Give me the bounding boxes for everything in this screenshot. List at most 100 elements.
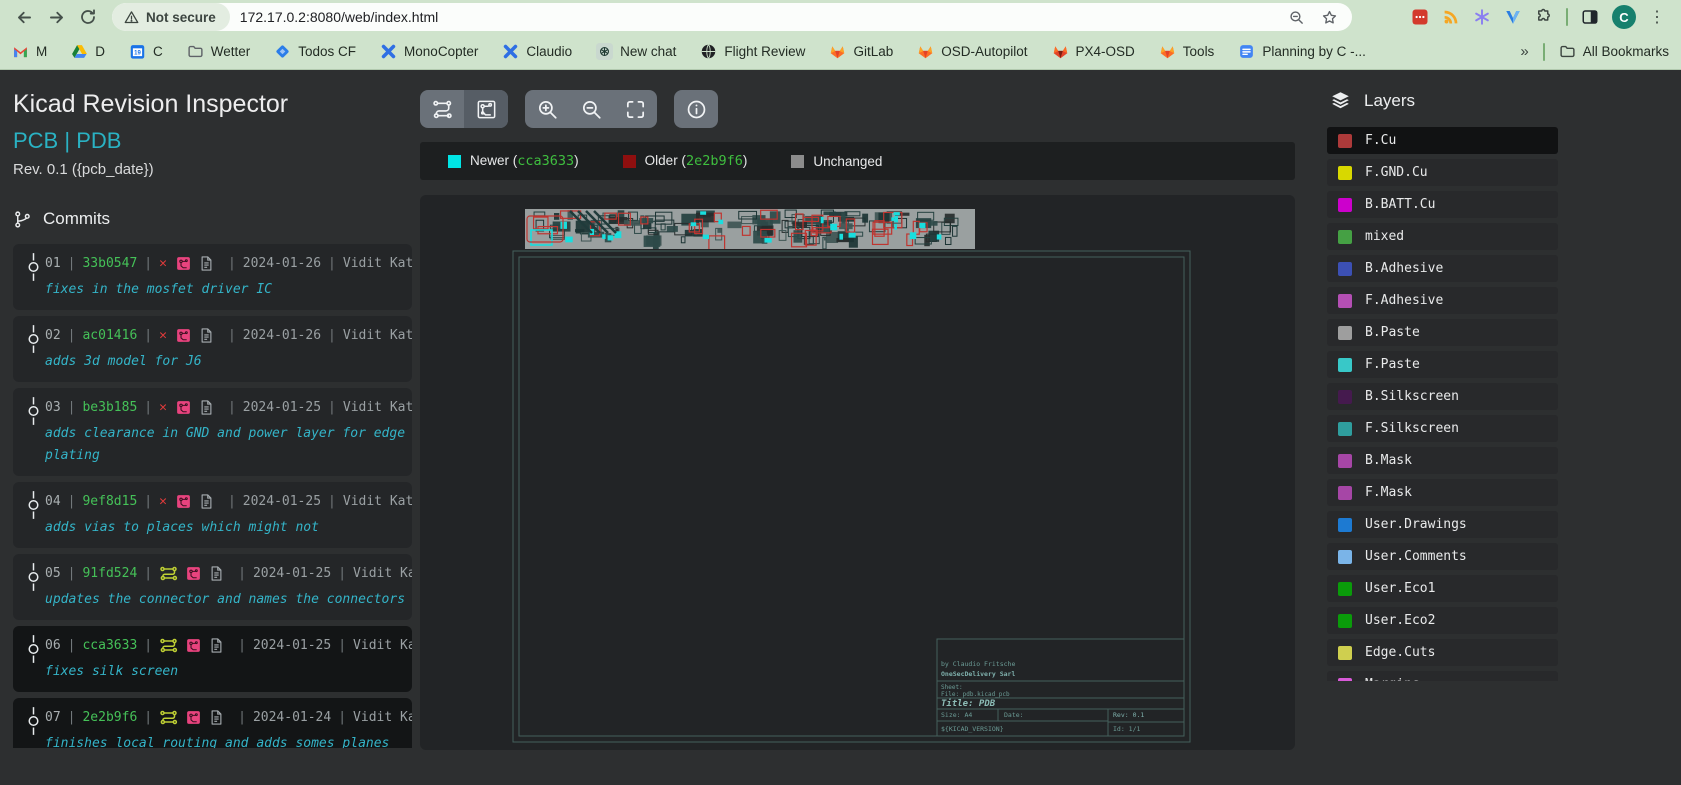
back-icon[interactable] — [10, 3, 38, 31]
asterisk-extension-icon[interactable] — [1473, 8, 1491, 26]
commit-row[interactable]: 05| 91fd524| | 2024-01-25| Vidit Kat upd… — [13, 554, 412, 620]
pcb-diff-icon[interactable] — [185, 565, 202, 582]
zoom-fit-button[interactable] — [613, 90, 657, 128]
all-bookmarks-button[interactable]: All Bookmarks — [1559, 43, 1669, 60]
schematic-diff-icon[interactable] — [209, 709, 224, 726]
zoom-out-button[interactable] — [569, 90, 613, 128]
schematic-diff-icon[interactable] — [199, 327, 214, 344]
layer-row-user-eco1[interactable]: User.Eco1 — [1327, 575, 1558, 602]
commit-hash[interactable]: 9ef8d15 — [82, 494, 137, 509]
bookmark-px4-osd[interactable]: PX4-OSD — [1052, 43, 1135, 60]
pcb-diff-icon[interactable] — [185, 637, 202, 654]
url-bar[interactable]: Not secure 172.17.0.2:8080/web/index.htm… — [112, 3, 1352, 31]
schematic-diff-icon[interactable] — [199, 399, 214, 416]
commit-hash[interactable]: ac01416 — [82, 328, 137, 343]
side-panel-icon[interactable] — [1581, 8, 1599, 26]
layer-row-margins[interactable]: Margins — [1327, 671, 1558, 681]
bookmark-new-chat[interactable]: New chat — [596, 43, 676, 60]
bookmark-claudio[interactable]: Claudio — [502, 43, 572, 60]
pcb-canvas[interactable]: by Claudio Fritsche OneSecDelivery Sarl … — [420, 195, 1295, 750]
reload-icon[interactable] — [74, 3, 102, 31]
layer-name: User.Eco1 — [1365, 581, 1435, 596]
nav-link-pdb[interactable]: PDB — [76, 128, 121, 153]
rss-extension-icon[interactable] — [1442, 8, 1460, 26]
layer-row-f-paste[interactable]: F.Paste — [1327, 351, 1558, 378]
bookmark-todos-cf[interactable]: Todos CF — [274, 43, 356, 60]
bookmark-m[interactable]: M — [12, 43, 47, 60]
zoom-page-icon[interactable] — [1288, 9, 1305, 26]
commit-row[interactable]: 07| 2e2b9f6| | 2024-01-24| Vidit Kat fin… — [13, 698, 412, 748]
schematic-diff-icon[interactable] — [209, 565, 224, 582]
pcb-mode-button[interactable] — [464, 90, 508, 128]
menu-kebab-icon[interactable]: ⋮ — [1649, 7, 1665, 27]
bookmark-d[interactable]: D — [71, 43, 105, 60]
commit-row[interactable]: 01| 33b0547| ✕ | 2024-01-26| Vidit Kat f… — [13, 244, 412, 310]
bookmark-osd-autopilot[interactable]: OSD-Autopilot — [917, 43, 1027, 60]
layer-color-swatch — [1338, 230, 1352, 244]
pcb-diff-icon[interactable] — [175, 327, 192, 344]
commit-hash[interactable]: cca3633 — [82, 638, 137, 653]
layer-row-b-paste[interactable]: B.Paste — [1327, 319, 1558, 346]
nav-link-pcb[interactable]: PCB — [13, 128, 58, 153]
commit-row[interactable]: 02| ac01416| ✕ | 2024-01-26| Vidit Kat a… — [13, 316, 412, 382]
layer-row-f-silkscreen[interactable]: F.Silkscreen — [1327, 415, 1558, 442]
pcb-diff-icon[interactable] — [175, 255, 192, 272]
bookmarks-overflow-chevron[interactable]: » — [1520, 43, 1528, 60]
profile-avatar[interactable]: C — [1612, 5, 1636, 29]
bookmark-label: Tools — [1183, 44, 1215, 59]
layer-row-b-silkscreen[interactable]: B.Silkscreen — [1327, 383, 1558, 410]
layer-row-mixed[interactable]: mixed — [1327, 223, 1558, 250]
commit-hash[interactable]: 2e2b9f6 — [82, 710, 137, 725]
layer-row-b-adhesive[interactable]: B.Adhesive — [1327, 255, 1558, 282]
security-chip[interactable]: Not secure — [112, 3, 230, 31]
commit-hash[interactable]: be3b185 — [82, 400, 137, 415]
pcb-diff-icon[interactable] — [175, 493, 192, 510]
pcb-board-preview[interactable] — [525, 209, 975, 250]
extensions-puzzle-icon[interactable] — [1535, 8, 1553, 26]
info-button[interactable] — [674, 90, 718, 128]
commit-row[interactable]: 04| 9ef8d15| ✕ | 2024-01-25| Vidit Kat a… — [13, 482, 412, 548]
layer-row-edge-cuts[interactable]: Edge.Cuts — [1327, 639, 1558, 666]
layer-row-f-mask[interactable]: F.Mask — [1327, 479, 1558, 506]
commit-hash[interactable]: 33b0547 — [82, 256, 137, 271]
layer-row-f-cu[interactable]: F.Cu — [1327, 127, 1558, 154]
bookmark-planning-by-c[interactable]: Planning by C -... — [1238, 43, 1366, 60]
layer-row-user-drawings[interactable]: User.Drawings — [1327, 511, 1558, 538]
bookmark-wetter[interactable]: Wetter — [187, 43, 251, 60]
bookmark-flight-review[interactable]: Flight Review — [700, 43, 805, 60]
schematic-mode-button[interactable] — [420, 90, 464, 128]
zoom-in-button[interactable] — [525, 90, 569, 128]
legend-older: Older (2e2b9f6) — [623, 153, 748, 169]
layer-row-b-batt-cu[interactable]: B.BATT.Cu — [1327, 191, 1558, 218]
layer-row-f-adhesive[interactable]: F.Adhesive — [1327, 287, 1558, 314]
commit-row[interactable]: 03| be3b185| ✕ | 2024-01-25| Vidit Kat a… — [13, 388, 412, 476]
folder-icon — [1559, 43, 1576, 60]
bookmark-c[interactable]: 19C — [129, 43, 163, 60]
layer-color-swatch — [1338, 294, 1352, 308]
v-extension-icon[interactable] — [1504, 8, 1522, 26]
commit-date: 2024-01-24 — [253, 710, 331, 725]
schematic-diff-icon[interactable] — [209, 637, 224, 654]
url-text[interactable]: 172.17.0.2:8080/web/index.html — [240, 9, 1288, 25]
layer-color-swatch — [1338, 550, 1352, 564]
layer-color-swatch — [1338, 390, 1352, 404]
bookmark-star-icon[interactable] — [1321, 9, 1338, 26]
layer-row-f-gnd-cu[interactable]: F.GND.Cu — [1327, 159, 1558, 186]
layer-row-user-eco2[interactable]: User.Eco2 — [1327, 607, 1558, 634]
commit-hash[interactable]: 91fd524 — [82, 566, 137, 581]
bookmark-gitlab[interactable]: GitLab — [829, 43, 893, 60]
schematic-diff-icon[interactable] — [199, 493, 214, 510]
commit-row[interactable]: 06| cca3633| | 2024-01-25| Vidit Kat fix… — [13, 626, 412, 692]
bookmark-label: C — [153, 44, 163, 59]
adblock-extension-icon[interactable] — [1411, 8, 1429, 26]
pcb-diff-icon[interactable] — [175, 399, 192, 416]
layer-row-b-mask[interactable]: B.Mask — [1327, 447, 1558, 474]
diamond-icon — [274, 43, 291, 60]
schematic-diff-icon[interactable] — [199, 255, 214, 272]
bookmark-tools[interactable]: Tools — [1159, 43, 1215, 60]
pcb-diff-icon[interactable] — [185, 709, 202, 726]
layer-row-user-comments[interactable]: User.Comments — [1327, 543, 1558, 570]
layer-name: User.Comments — [1365, 549, 1467, 564]
forward-icon[interactable] — [42, 3, 70, 31]
bookmark-monocopter[interactable]: MonoCopter — [380, 43, 478, 60]
